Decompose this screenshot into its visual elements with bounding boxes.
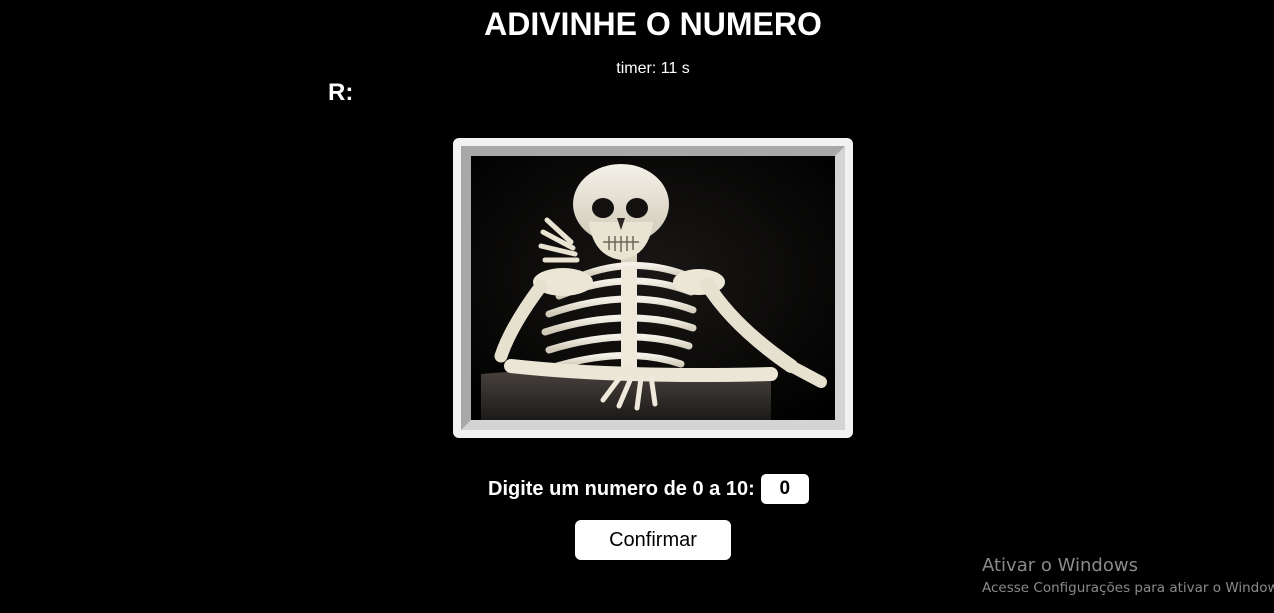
image-frame <box>453 138 853 438</box>
image-frame-inner <box>461 146 845 430</box>
timer-text: timer: 11 s <box>616 60 690 77</box>
skeleton-waiting-image <box>471 156 835 420</box>
page-title: ADIVINHE O NUMERO <box>484 6 822 42</box>
watermark-subtitle: Acesse Configurações para ativar o Windo… <box>982 580 1274 596</box>
watermark-title: Ativar o Windows <box>982 555 1138 576</box>
answer-label: R: <box>328 79 354 106</box>
guess-row: Digite um numero de 0 a 10: <box>488 474 809 504</box>
confirm-button[interactable]: Confirmar <box>575 520 731 560</box>
windows-activation-watermark: Ativar o Windows Acesse Configurações pa… <box>982 554 1274 598</box>
game-page: ADIVINHE O NUMERO timer: 11 s R: Digite … <box>0 0 1274 613</box>
guess-number-input[interactable] <box>760 474 809 504</box>
guess-prompt-label: Digite um numero de 0 a 10: <box>488 477 755 500</box>
